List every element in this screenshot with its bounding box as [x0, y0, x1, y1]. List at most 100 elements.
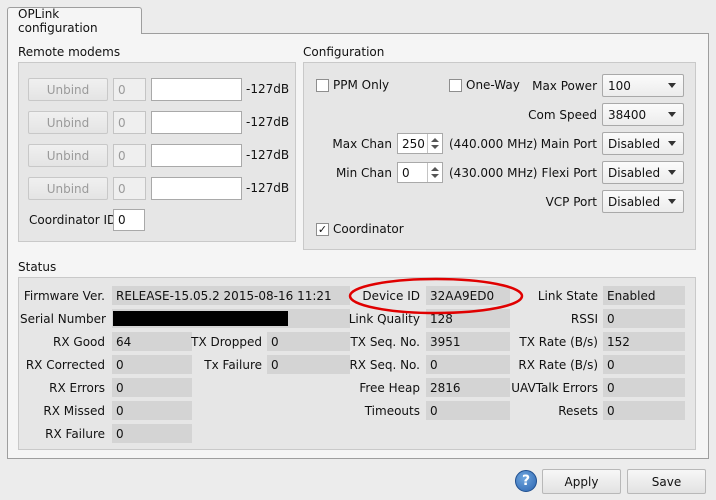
- help-icon[interactable]: ?: [515, 470, 537, 492]
- free-heap-value: 2816: [426, 378, 510, 397]
- chevron-down-icon: [668, 199, 676, 204]
- main-port-select[interactable]: Disabled: [602, 132, 684, 155]
- modem-index-field[interactable]: 0: [113, 177, 146, 200]
- ppm-only-box[interactable]: [316, 78, 329, 92]
- tx-rate-value: 152: [603, 332, 685, 351]
- free-heap-label: Free Heap: [359, 381, 420, 395]
- min-chan-label: Min Chan: [335, 166, 392, 180]
- resets-value: 0: [603, 401, 685, 420]
- tab-label: OPLink configuration: [18, 7, 98, 35]
- max-power-select[interactable]: 100: [602, 74, 684, 97]
- max-chan-label: Max Chan: [332, 137, 392, 151]
- configuration-title: Configuration: [303, 45, 385, 59]
- unbind-label: Unbind: [46, 181, 90, 196]
- firmware-label: Firmware Ver.: [23, 289, 105, 303]
- one-way-checkbox[interactable]: One-Way: [449, 78, 520, 92]
- chevron-down-icon: [668, 112, 676, 117]
- unbind-label: Unbind: [46, 115, 90, 130]
- tx-failure-label: Tx Failure: [204, 358, 262, 372]
- modem-signal-db: -127dB: [246, 148, 290, 162]
- unbind-label: Unbind: [46, 82, 90, 97]
- max-chan-spinbox[interactable]: 250: [397, 133, 443, 154]
- com-speed-label: Com Speed: [528, 108, 597, 122]
- rx-seq-label: RX Seq. No.: [349, 358, 420, 372]
- rx-rate-label: RX Rate (B/s): [518, 358, 598, 372]
- tx-seq-label: TX Seq. No.: [350, 335, 420, 349]
- unbind-button[interactable]: Unbind: [28, 111, 108, 134]
- ppm-only-checkbox[interactable]: PPM Only: [316, 78, 389, 92]
- vcp-port-select[interactable]: Disabled: [602, 190, 684, 213]
- uavtalk-errors-value: 0: [603, 378, 685, 397]
- vcp-port-value: Disabled: [608, 194, 661, 209]
- flexi-port-value: Disabled: [608, 165, 661, 180]
- timeouts-label: Timeouts: [364, 404, 420, 418]
- flexi-port-label: Flexi Port: [541, 166, 597, 180]
- link-state-value: Enabled: [603, 286, 685, 305]
- min-chan-spinbox[interactable]: 0: [397, 162, 443, 183]
- modem-address-field[interactable]: [151, 177, 242, 200]
- rx-missed-value: 0: [112, 401, 192, 420]
- one-way-box[interactable]: [449, 78, 462, 92]
- max-power-label: Max Power: [532, 79, 597, 93]
- modem-address-field[interactable]: [151, 111, 242, 134]
- device-id-highlight-ellipse: [348, 277, 524, 315]
- coordinator-box[interactable]: ✓: [316, 222, 329, 236]
- firmware-value: RELEASE-15.05.2 2015-08-16 11:21: [112, 286, 350, 305]
- check-icon: ✓: [317, 222, 328, 236]
- serial-number-label: Serial Number: [20, 312, 106, 326]
- modem-index-field[interactable]: 0: [113, 111, 146, 134]
- modem-address-field[interactable]: [151, 78, 242, 101]
- unbind-button[interactable]: Unbind: [28, 144, 108, 167]
- modem-index-value: 0: [118, 82, 126, 97]
- rx-errors-label: RX Errors: [49, 381, 105, 395]
- remote-modems-title: Remote modems: [18, 45, 121, 59]
- tx-seq-value: 3951: [426, 332, 510, 351]
- save-label: Save: [651, 474, 682, 489]
- main-port-value: Disabled: [608, 136, 661, 151]
- modem-index-value: 0: [118, 181, 126, 196]
- rx-good-label: RX Good: [53, 335, 105, 349]
- rx-errors-value: 0: [112, 378, 192, 397]
- min-chan-value: 0: [402, 165, 410, 180]
- modem-signal-db: -127dB: [246, 181, 290, 195]
- timeouts-value: 0: [426, 401, 510, 420]
- rx-corrected-label: RX Corrected: [25, 358, 105, 372]
- serial-number-field: [112, 309, 350, 328]
- unbind-button[interactable]: Unbind: [28, 78, 108, 101]
- max-chan-value: 250: [402, 136, 425, 151]
- chevron-down-icon: [668, 141, 676, 146]
- coordinator-label: Coordinator: [333, 222, 404, 236]
- max-power-value: 100: [608, 78, 631, 93]
- vcp-port-label: VCP Port: [545, 195, 597, 209]
- com-speed-select[interactable]: 38400: [602, 103, 684, 126]
- unbind-label: Unbind: [46, 148, 90, 163]
- tx-failure-value: 0: [267, 355, 350, 374]
- modem-address-field[interactable]: [151, 144, 242, 167]
- uavtalk-errors-label: UAVTalk Errors: [511, 381, 598, 395]
- modem-signal-db: -127dB: [246, 115, 290, 129]
- coordinator-id-field[interactable]: 0: [113, 209, 145, 231]
- rx-missed-label: RX Missed: [43, 404, 105, 418]
- resets-label: Resets: [558, 404, 598, 418]
- tab-oplink-configuration[interactable]: OPLink configuration: [7, 7, 142, 35]
- rx-good-value: 64: [112, 332, 192, 351]
- tx-dropped-label: TX Dropped: [191, 335, 262, 349]
- modem-index-field[interactable]: 0: [113, 144, 146, 167]
- min-chan-spin-arrows-icon[interactable]: [427, 163, 442, 182]
- coordinator-checkbox[interactable]: ✓ Coordinator: [316, 222, 404, 236]
- unbind-button[interactable]: Unbind: [28, 177, 108, 200]
- flexi-port-select[interactable]: Disabled: [602, 161, 684, 184]
- tx-dropped-value: 0: [267, 332, 350, 351]
- modem-index-field[interactable]: 0: [113, 78, 146, 101]
- max-chan-spin-arrows-icon[interactable]: [427, 134, 442, 153]
- serial-number-redaction: [113, 311, 288, 326]
- rx-seq-value: 0: [426, 355, 510, 374]
- apply-button[interactable]: Apply: [542, 469, 621, 494]
- coordinator-id-value: 0: [118, 213, 126, 227]
- rx-corrected-value: 0: [112, 355, 192, 374]
- save-button[interactable]: Save: [627, 469, 706, 494]
- rx-rate-value: 0: [603, 355, 685, 374]
- apply-label: Apply: [564, 474, 599, 489]
- modem-index-value: 0: [118, 115, 126, 130]
- com-speed-value: 38400: [608, 107, 647, 122]
